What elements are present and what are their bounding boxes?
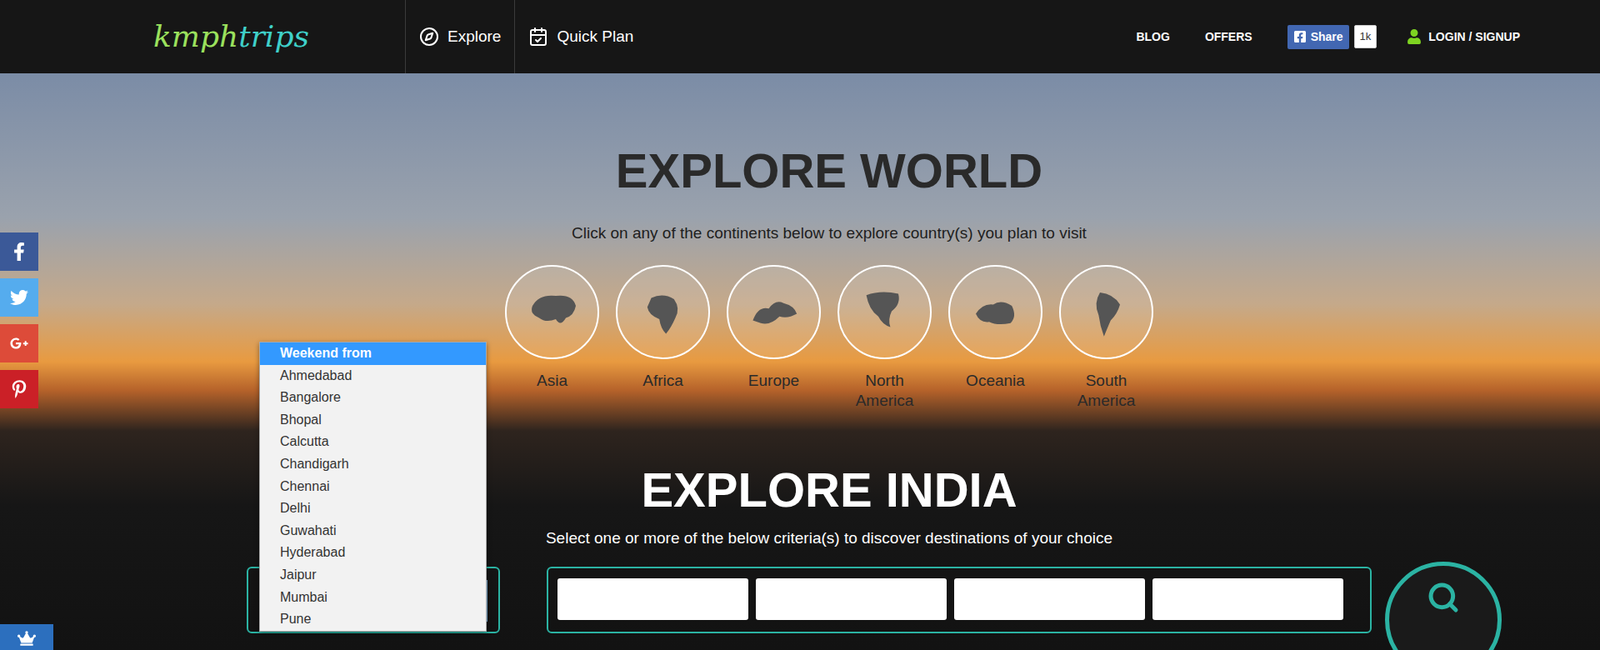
login-link[interactable]: LOGIN / SIGNUP xyxy=(1406,28,1520,46)
dropdown-option[interactable]: Bangalore xyxy=(260,386,486,410)
nav-item[interactable]: Quick Plan xyxy=(514,0,647,74)
dropdown-option[interactable]: Hyderabad xyxy=(260,541,486,565)
crown-icon xyxy=(17,629,36,648)
continent[interactable]: South America xyxy=(1059,265,1154,411)
social-button[interactable] xyxy=(0,324,39,363)
weekend-dropdown-list: Weekend fromAhmedabadBangaloreBhopalCalc… xyxy=(259,341,487,632)
continent-map-icon xyxy=(962,279,1030,346)
continent[interactable]: North America xyxy=(837,265,932,411)
dropdown-option[interactable]: Bhopal xyxy=(260,409,486,432)
continent-map-icon xyxy=(851,279,919,346)
search-icon xyxy=(1426,580,1460,615)
criteria-field[interactable] xyxy=(755,578,947,620)
criteria-row xyxy=(0,566,1600,650)
facebook-share[interactable]: Share1k xyxy=(1287,25,1378,50)
india-subtitle: Select one or more of the below criteria… xyxy=(545,527,1113,550)
fields-box xyxy=(546,566,1372,634)
google-plus-icon xyxy=(10,334,29,353)
continent[interactable]: Africa xyxy=(615,265,710,411)
continent-map-icon xyxy=(740,279,808,346)
share-count: 1k xyxy=(1354,25,1378,49)
dropdown-option[interactable]: Weekend from xyxy=(260,342,486,365)
dropdown-option[interactable]: Delhi xyxy=(260,497,486,520)
header-link[interactable]: BLOG xyxy=(1135,28,1170,46)
continent[interactable]: Oceania xyxy=(948,265,1043,411)
calendar-check-icon xyxy=(528,26,549,47)
criteria-field[interactable] xyxy=(954,578,1145,620)
user-icon xyxy=(1406,29,1422,45)
dropdown-option[interactable]: Guwahati xyxy=(260,520,486,543)
header-link[interactable]: OFFERS xyxy=(1205,28,1253,46)
dropdown-option[interactable]: Pune xyxy=(260,608,486,631)
continent[interactable]: Asia xyxy=(505,265,600,411)
facebook-icon xyxy=(10,242,29,261)
dropdown-option[interactable]: Calcutta xyxy=(260,430,486,454)
dropdown-option[interactable]: Jaipur xyxy=(260,564,486,587)
twitter-icon xyxy=(10,288,29,307)
sumo-button[interactable] xyxy=(0,624,54,650)
dropdown-option[interactable]: Ahmedabad xyxy=(260,365,486,388)
compass-icon xyxy=(419,26,440,47)
hero: EXPLORE WORLD Click on any of the contine… xyxy=(0,73,1600,650)
logo[interactable]: kmphtrips xyxy=(0,0,405,74)
continent-map-icon xyxy=(1073,279,1140,346)
social-button[interactable] xyxy=(0,232,39,271)
pinterest-icon xyxy=(10,380,29,399)
continents: AsiaAfricaEuropeNorth AmericaOceaniaSout… xyxy=(505,265,1154,411)
world-subtitle: Click on any of the continents below to … xyxy=(571,222,1087,245)
criteria-field[interactable] xyxy=(557,578,749,620)
search-button[interactable] xyxy=(1385,561,1502,650)
world-title: EXPLORE WORLD xyxy=(615,141,1043,200)
dropdown-option[interactable]: Mumbai xyxy=(260,586,486,610)
india-title: EXPLORE INDIA xyxy=(640,460,1017,520)
continent[interactable]: Europe xyxy=(726,265,821,411)
facebook-icon xyxy=(1293,30,1307,44)
page: kmphtripsExploreQuick Plan BLOG OFFERS Shar… xyxy=(0,0,1600,650)
continent-map-icon xyxy=(519,279,586,346)
dropdown-option[interactable]: Chennai xyxy=(260,475,486,499)
social-sidebar xyxy=(0,232,39,409)
social-button[interactable] xyxy=(0,370,39,409)
nav-item[interactable]: Explore xyxy=(405,0,515,74)
social-button[interactable] xyxy=(0,278,39,317)
criteria-field[interactable] xyxy=(1152,578,1344,620)
dropdown-option[interactable]: Chandigarh xyxy=(260,453,486,476)
continent-map-icon xyxy=(630,279,697,346)
header: kmphtripsExploreQuick Plan BLOG OFFERS Shar… xyxy=(0,0,1600,74)
